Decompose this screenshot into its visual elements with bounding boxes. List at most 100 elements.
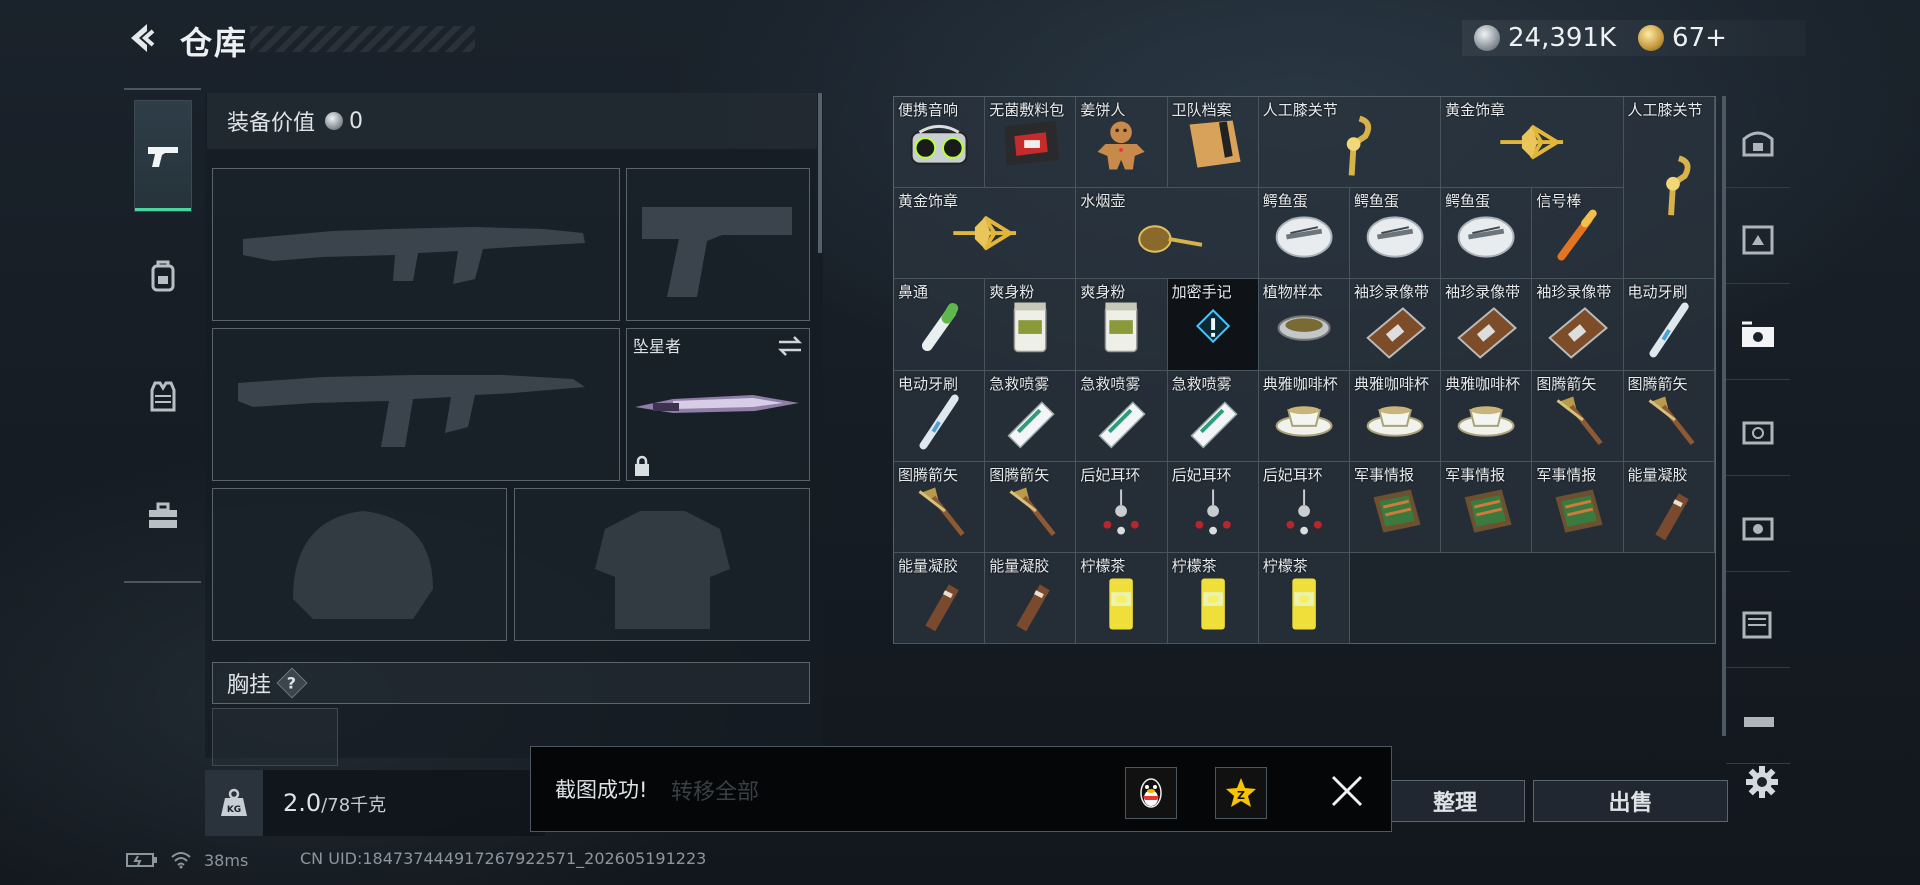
item-label: 鼻通 bbox=[898, 283, 929, 302]
storage-5-icon bbox=[1742, 517, 1774, 540]
inventory-item[interactable]: 图腾箭矢 bbox=[894, 461, 986, 553]
storage-tab-2[interactable] bbox=[1726, 198, 1790, 284]
helmet-slot[interactable] bbox=[212, 488, 507, 641]
inventory-item[interactable]: 加密手记 bbox=[1167, 279, 1259, 371]
screenshot-toast: 截图成功! 转移全部 Z bbox=[530, 746, 1392, 832]
inventory-item[interactable]: 电动牙刷 bbox=[1623, 279, 1715, 371]
inventory-item[interactable]: 急救喷雾 bbox=[1076, 370, 1168, 462]
inventory-item[interactable]: 图腾箭矢 bbox=[1623, 370, 1715, 462]
item-label: 袖珍录像带 bbox=[1445, 283, 1521, 302]
inventory-item[interactable]: 后妃耳环 bbox=[1258, 461, 1350, 553]
primary-weapon-slot[interactable] bbox=[212, 168, 620, 321]
item-label: 典雅咖啡杯 bbox=[1353, 374, 1429, 393]
item-label: 电动牙刷 bbox=[1627, 283, 1688, 302]
inventory-item[interactable]: 姜饼人 bbox=[1076, 97, 1168, 189]
equipment-value-header: 装备价值 0 bbox=[207, 93, 817, 149]
close-icon[interactable] bbox=[1327, 771, 1367, 811]
share-qzone-button[interactable]: Z bbox=[1215, 767, 1267, 819]
rifle-silhouette-icon bbox=[243, 227, 585, 284]
melee-slot[interactable]: 坠星者 bbox=[626, 328, 810, 481]
inventory-item[interactable]: 爽身粉 bbox=[985, 279, 1077, 371]
secondary-weapon-slot[interactable] bbox=[626, 168, 810, 321]
inventory-item[interactable]: 袖珍录像带 bbox=[1441, 279, 1533, 371]
inventory-item[interactable]: 图腾箭矢 bbox=[985, 461, 1077, 553]
inventory-item[interactable]: 柠檬茶 bbox=[1076, 552, 1168, 645]
storage-2-icon bbox=[1742, 225, 1774, 254]
inventory-item[interactable]: 爽身粉 bbox=[1076, 279, 1168, 371]
item-label: 黄金饰章 bbox=[898, 192, 959, 211]
inventory-item[interactable]: 军事情报 bbox=[1441, 461, 1533, 553]
item-label: 便携音响 bbox=[898, 101, 959, 119]
storage-4-icon bbox=[1742, 421, 1774, 444]
inventory-item[interactable]: 卫队档案 bbox=[1167, 97, 1259, 189]
item-label: 信号棒 bbox=[1536, 192, 1582, 211]
top-bar: 仓库 24,391K 67+ bbox=[0, 0, 1920, 80]
sidebar-tab-vest[interactable] bbox=[134, 340, 192, 452]
sidebar-tab-weapons[interactable] bbox=[134, 100, 192, 212]
inventory-item[interactable]: 鳄鱼蛋 bbox=[1441, 188, 1533, 280]
item-label: 爽身粉 bbox=[1080, 283, 1126, 302]
inventory-item[interactable]: 植物样本 bbox=[1258, 279, 1350, 371]
help-icon[interactable]: ? bbox=[276, 667, 308, 699]
back-button[interactable] bbox=[122, 18, 162, 58]
item-label: 急救喷雾 bbox=[989, 374, 1050, 393]
chest-rig-slot[interactable] bbox=[212, 708, 338, 766]
inventory-item[interactable]: 典雅咖啡杯 bbox=[1441, 370, 1533, 462]
inventory-item[interactable]: 后妃耳环 bbox=[1167, 461, 1259, 553]
chest-rig-label: 胸挂 bbox=[227, 673, 272, 698]
swap-icon[interactable] bbox=[777, 335, 803, 357]
storage-tab-5[interactable] bbox=[1726, 486, 1790, 572]
storage-tab-6[interactable] bbox=[1726, 582, 1790, 668]
inventory-item[interactable]: 便携音响 bbox=[894, 97, 986, 189]
armor-silhouette-icon bbox=[595, 511, 730, 629]
inventory-item[interactable]: 黄金饰章 bbox=[894, 188, 1077, 280]
inventory-item[interactable]: 鳄鱼蛋 bbox=[1349, 188, 1442, 280]
inventory-item[interactable]: 袖珍录像带 bbox=[1349, 279, 1442, 371]
inventory-item[interactable]: 典雅咖啡杯 bbox=[1258, 370, 1350, 462]
inventory-item[interactable]: 军事情报 bbox=[1349, 461, 1442, 553]
inventory-item[interactable]: 能量凝胶 bbox=[894, 552, 986, 645]
equipment-scrollbar[interactable] bbox=[818, 93, 822, 253]
status-bar: 38ms bbox=[126, 848, 248, 872]
inventory-item[interactable]: 典雅咖啡杯 bbox=[1349, 370, 1442, 462]
armor-slot[interactable] bbox=[514, 488, 810, 641]
inventory-item[interactable]: 急救喷雾 bbox=[985, 370, 1077, 462]
inventory-item[interactable]: 袖珍录像带 bbox=[1532, 279, 1624, 371]
inventory-item[interactable]: 柠檬茶 bbox=[1167, 552, 1259, 645]
inventory-item[interactable]: 鼻通 bbox=[894, 279, 986, 371]
inventory-item[interactable]: 柠檬茶 bbox=[1258, 552, 1350, 645]
inventory-item[interactable]: 电动牙刷 bbox=[894, 370, 986, 462]
inventory-item[interactable]: 黄金饰章 bbox=[1441, 97, 1624, 189]
item-label: 能量凝胶 bbox=[989, 556, 1050, 575]
tertiary-weapon-slot[interactable] bbox=[212, 328, 620, 481]
inventory-item[interactable]: 无菌敷料包 bbox=[985, 97, 1077, 189]
inventory-item[interactable]: 水烟壶 bbox=[1076, 188, 1259, 280]
inventory-item[interactable]: 军事情报 bbox=[1532, 461, 1624, 553]
backpack-icon bbox=[151, 260, 175, 292]
sell-button[interactable]: 出售 bbox=[1533, 780, 1728, 822]
inventory-item[interactable]: 人工膝关节 bbox=[1258, 97, 1442, 189]
helmet-silhouette-icon bbox=[293, 511, 433, 619]
share-qq-button[interactable] bbox=[1125, 767, 1177, 819]
storage-tab-1[interactable] bbox=[1726, 102, 1790, 188]
inventory-item[interactable]: 急救喷雾 bbox=[1167, 370, 1259, 462]
inventory-item[interactable]: 能量凝胶 bbox=[985, 552, 1077, 645]
storage-tab-7[interactable] bbox=[1726, 678, 1790, 764]
item-label: 军事情报 bbox=[1445, 465, 1506, 484]
storage-tab-4[interactable] bbox=[1726, 390, 1790, 476]
inventory-item[interactable]: 鳄鱼蛋 bbox=[1258, 188, 1350, 280]
inventory-grid: 便携音响 无菌敷料包 姜饼人 卫队档案 人工膝关节 人工膝关节 黄金饰章 黄金饰章 水烟壶 鳄鱼蛋… bbox=[893, 96, 1716, 645]
safe-box-icon bbox=[1742, 131, 1774, 156]
sort-button[interactable]: 整理 bbox=[1385, 780, 1525, 822]
settings-gear-icon[interactable] bbox=[1744, 764, 1780, 800]
sidebar-tab-backpack[interactable] bbox=[134, 220, 192, 332]
inventory-item[interactable]: 人工膝关节 bbox=[1623, 97, 1715, 280]
inventory-item[interactable]: 后妃耳环 bbox=[1076, 461, 1168, 553]
inventory-item[interactable]: 信号棒 bbox=[1532, 188, 1624, 280]
inventory-item[interactable]: 图腾箭矢 bbox=[1532, 370, 1624, 462]
storage-tab-3[interactable] bbox=[1726, 294, 1790, 380]
inventory-item[interactable]: 能量凝胶 bbox=[1623, 461, 1715, 553]
sidebar-tab-toolbox[interactable] bbox=[134, 460, 192, 572]
chest-rig-bar: 胸挂 ? bbox=[212, 662, 810, 704]
item-label: 图腾箭矢 bbox=[898, 465, 959, 484]
